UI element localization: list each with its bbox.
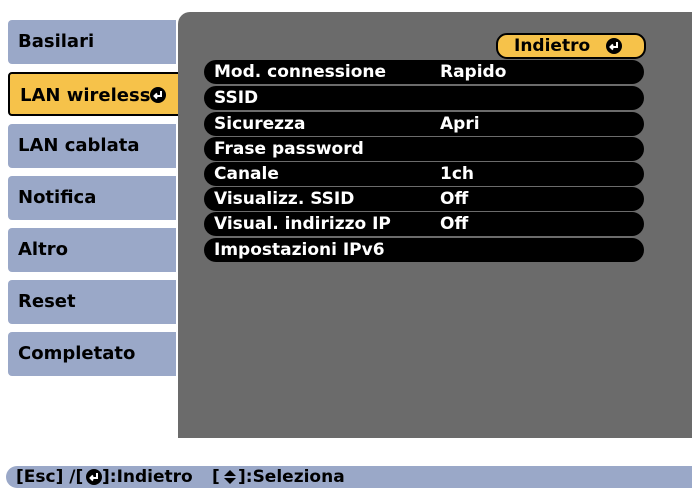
menu-item-label: Notifica xyxy=(18,187,97,208)
menu-item-label: LAN wireless xyxy=(20,85,151,106)
setting-row-visualizz-ssid[interactable]: Visualizz. SSID Off xyxy=(204,187,644,211)
setting-name: Visual. indirizzo IP xyxy=(214,214,391,234)
menu-item-label: Reset xyxy=(18,291,76,312)
help-text-esc: [Esc] /[ xyxy=(16,467,84,487)
back-button-label: Indietro xyxy=(514,36,591,56)
setting-value: 1ch xyxy=(440,164,475,184)
setting-row-frase-password[interactable]: Frase password xyxy=(204,137,644,161)
setting-name: Mod. connessione xyxy=(214,62,387,82)
setting-row-impostazioni-ipv6[interactable]: Impostazioni IPv6 xyxy=(204,238,644,262)
menu-item-lan-cablata[interactable]: LAN cablata xyxy=(8,124,176,168)
help-text-bracket: [ xyxy=(212,467,220,487)
enter-icon xyxy=(606,38,622,54)
setting-row-mod-connessione[interactable]: Mod. connessione Rapido xyxy=(204,60,644,84)
setting-row-canale[interactable]: Canale 1ch xyxy=(204,162,644,186)
setting-value: Rapido xyxy=(440,62,507,82)
setting-value: Off xyxy=(440,189,469,209)
help-text-back: ]:Indietro xyxy=(102,467,193,487)
setting-value: Off xyxy=(440,214,469,234)
enter-icon xyxy=(150,87,166,103)
menu-item-lan-wireless[interactable]: LAN wireless xyxy=(8,72,180,116)
up-down-arrow-icon xyxy=(224,470,236,484)
setting-name: Impostazioni IPv6 xyxy=(214,240,385,260)
setting-name: Sicurezza xyxy=(214,114,306,134)
menu-item-altro[interactable]: Altro xyxy=(8,228,176,272)
menu-item-label: LAN cablata xyxy=(18,135,140,156)
menu-item-basilari[interactable]: Basilari xyxy=(8,20,176,64)
menu-item-reset[interactable]: Reset xyxy=(8,280,176,324)
enter-icon xyxy=(86,469,102,485)
setting-row-sicurezza[interactable]: Sicurezza Apri xyxy=(204,112,644,136)
menu-item-label: Completato xyxy=(18,343,136,364)
setting-name: Canale xyxy=(214,164,279,184)
menu-item-completato[interactable]: Completato xyxy=(8,332,176,376)
back-button[interactable]: Indietro xyxy=(496,33,646,59)
menu-item-label: Basilari xyxy=(18,31,95,52)
setting-name: SSID xyxy=(214,88,259,108)
help-text-select: ]:Seleziona xyxy=(238,467,345,487)
setting-name: Visualizz. SSID xyxy=(214,189,355,209)
setting-value: Apri xyxy=(440,114,480,134)
setting-row-visual-indirizzo-ip[interactable]: Visual. indirizzo IP Off xyxy=(204,212,644,236)
help-bar: [Esc] /[ ]:Indietro [ ]:Seleziona xyxy=(6,466,692,488)
setting-name: Frase password xyxy=(214,139,364,159)
menu-item-label: Altro xyxy=(18,239,68,260)
menu-item-notifica[interactable]: Notifica xyxy=(8,176,176,220)
setting-row-ssid[interactable]: SSID xyxy=(204,86,644,110)
